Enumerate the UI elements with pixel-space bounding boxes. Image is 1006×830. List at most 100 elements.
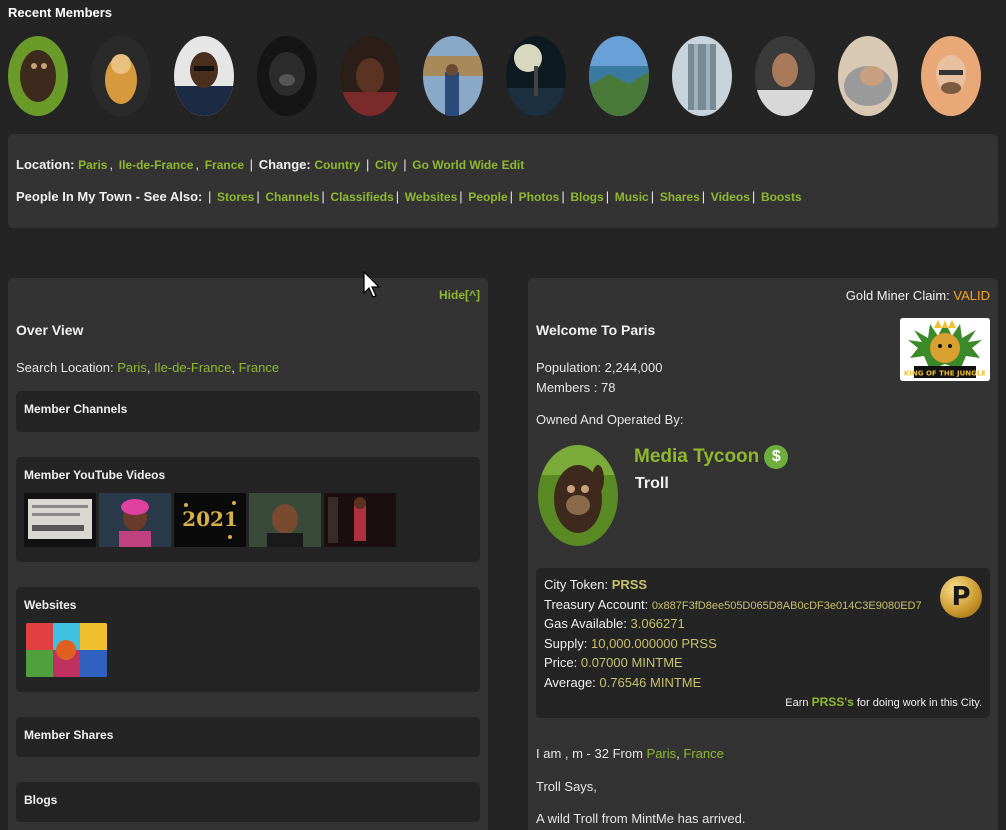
bio-country-link[interactable]: France [683, 746, 723, 761]
search-location-label: Search Location: [16, 360, 114, 375]
member-avatar[interactable] [340, 36, 400, 116]
member-avatar[interactable] [174, 36, 234, 116]
search-country-link[interactable]: France [239, 360, 279, 375]
treasury-address: 0x887F3fD8ee505D065D8AB0cDF3e014C3E9080E… [651, 600, 922, 612]
change-label: Change: [258, 157, 311, 172]
average-value: 0.76546 MINTME [599, 675, 702, 690]
gold-miner-claim: Gold Miner Claim: VALID [846, 288, 990, 303]
member-avatar[interactable] [506, 36, 566, 116]
overview-heading: Over View [16, 322, 84, 338]
people-in-town-label: People In My Town - See Also: [16, 189, 203, 204]
city-token-box: P City Token: PRSS Treasury Account: 0x8… [536, 568, 990, 718]
price-value: 0.07000 MINTME [580, 655, 683, 670]
owner-name[interactable]: Troll [635, 475, 669, 493]
owner-message: A wild Troll from MintMe has arrived. [536, 811, 746, 826]
token-coin-icon: P [940, 576, 982, 618]
see-also-music[interactable]: Music [615, 190, 649, 204]
video-thumbnail[interactable] [99, 493, 171, 547]
gold-claim-status: VALID [953, 288, 990, 303]
overview-panel: Hide[^] Over View Search Location: Paris… [8, 278, 488, 830]
city-token-value: PRSS [611, 577, 648, 592]
gas-value: 3.066271 [630, 616, 685, 631]
see-also-people[interactable]: People [468, 190, 507, 204]
owner-bio: I am , m - 32 From Paris, France [536, 746, 724, 761]
member-count: Members : 78 [536, 380, 616, 395]
blogs-box: Blogs [16, 782, 480, 822]
earn-token-link[interactable]: PRSS's [812, 695, 854, 709]
go-world-wide-link[interactable]: Go World Wide [412, 158, 498, 172]
member-shares-title: Member Shares [24, 728, 114, 742]
see-also-classifieds[interactable]: Classifieds [330, 190, 393, 204]
average-line: Average: 0.76546 MINTME [544, 675, 702, 690]
price-line: Price: 0.07000 MINTME [544, 655, 683, 670]
video-thumbnail[interactable]: 2021 [174, 493, 246, 547]
member-avatar[interactable] [672, 36, 732, 116]
website-thumbnail[interactable] [26, 623, 107, 677]
gas-line: Gas Available: 3.066271 [544, 616, 685, 631]
video-thumbnail[interactable] [249, 493, 321, 547]
search-city-link[interactable]: Paris [117, 360, 147, 375]
video-thumbnail[interactable] [324, 493, 396, 547]
owner-avatar[interactable] [538, 445, 618, 546]
video-thumbnails: 2021 [24, 493, 399, 547]
see-also-videos[interactable]: Videos [711, 190, 750, 204]
member-avatar[interactable] [91, 36, 151, 116]
member-videos-box: Member YouTube Videos 2021 [16, 457, 480, 562]
search-region-link[interactable]: Ile-de-France [154, 360, 231, 375]
member-avatar[interactable] [838, 36, 898, 116]
see-also-photos[interactable]: Photos [519, 190, 560, 204]
mouse-cursor-icon [363, 271, 381, 298]
supply-line: Supply: 10,000.000000 PRSS [544, 636, 717, 651]
logo-text: KING OF THE JUNGLE [904, 370, 986, 378]
recent-members-list [8, 36, 1004, 116]
websites-box: Websites [16, 587, 480, 692]
population: Population: 2,244,000 [536, 360, 663, 375]
search-location: Search Location: Paris, Ile-de-France, F… [16, 360, 280, 375]
gold-claim-label: Gold Miner Claim: [845, 288, 950, 303]
location-country-link[interactable]: France [205, 158, 244, 172]
member-avatar[interactable] [921, 36, 981, 116]
member-videos-title: Member YouTube Videos [24, 468, 166, 482]
edit-location-link[interactable]: Edit [502, 158, 525, 172]
see-also-websites[interactable]: Websites [405, 190, 457, 204]
see-also-boosts[interactable]: Boosts [761, 190, 802, 204]
dollar-icon: $ [764, 445, 789, 469]
change-country-link[interactable]: Country [314, 158, 360, 172]
king-of-jungle-logo[interactable]: KING OF THE JUNGLE [900, 318, 990, 381]
owner-role-text[interactable]: Media Tycoon [634, 446, 759, 468]
see-also-stores[interactable]: Stores [217, 190, 254, 204]
owner-role[interactable]: Media Tycoon $ [634, 445, 789, 469]
city-token-line: City Token: PRSS [544, 577, 648, 592]
hide-overview-link[interactable]: Hide[^] [439, 288, 480, 302]
see-also-channels[interactable]: Channels [265, 190, 319, 204]
location-region-link[interactable]: Ile-de-France [119, 158, 194, 172]
member-avatar[interactable] [257, 36, 317, 116]
video-thumbnail[interactable] [24, 493, 96, 547]
member-channels-box: Member Channels [16, 391, 480, 432]
location-line: Location: Paris, Ile-de-France, France |… [16, 157, 525, 172]
location-label: Location: [16, 157, 75, 172]
supply-value: 10,000.000000 PRSS [591, 636, 717, 651]
see-also-shares[interactable]: Shares [660, 190, 700, 204]
member-channels-title: Member Channels [24, 402, 128, 416]
see-also-blogs[interactable]: Blogs [570, 190, 603, 204]
earn-note: Earn PRSS's for doing work in this City. [785, 695, 982, 709]
video-2021-label: 2021 [182, 507, 238, 531]
treasury-line: Treasury Account: 0x887F3fD8ee505D065D8A… [544, 597, 922, 612]
welcome-heading: Welcome To Paris [536, 322, 656, 338]
websites-title: Websites [24, 598, 77, 612]
member-avatar[interactable] [423, 36, 483, 116]
see-also-line: People In My Town - See Also: | Stores | … [16, 189, 802, 204]
owner-says-label: Troll Says, [536, 779, 597, 794]
change-city-link[interactable]: City [375, 158, 398, 172]
location-city-link[interactable]: Paris [78, 158, 107, 172]
blogs-title: Blogs [24, 793, 58, 807]
member-avatar[interactable] [755, 36, 815, 116]
owned-by-label: Owned And Operated By: [536, 412, 684, 427]
city-panel: Gold Miner Claim: VALID KING OF THE JUNG… [528, 278, 998, 830]
member-avatar[interactable] [8, 36, 68, 116]
bio-city-link[interactable]: Paris [647, 746, 677, 761]
location-bar: Location: Paris, Ile-de-France, France |… [8, 134, 998, 228]
recent-members-title: Recent Members [8, 5, 113, 20]
member-avatar[interactable] [589, 36, 649, 116]
